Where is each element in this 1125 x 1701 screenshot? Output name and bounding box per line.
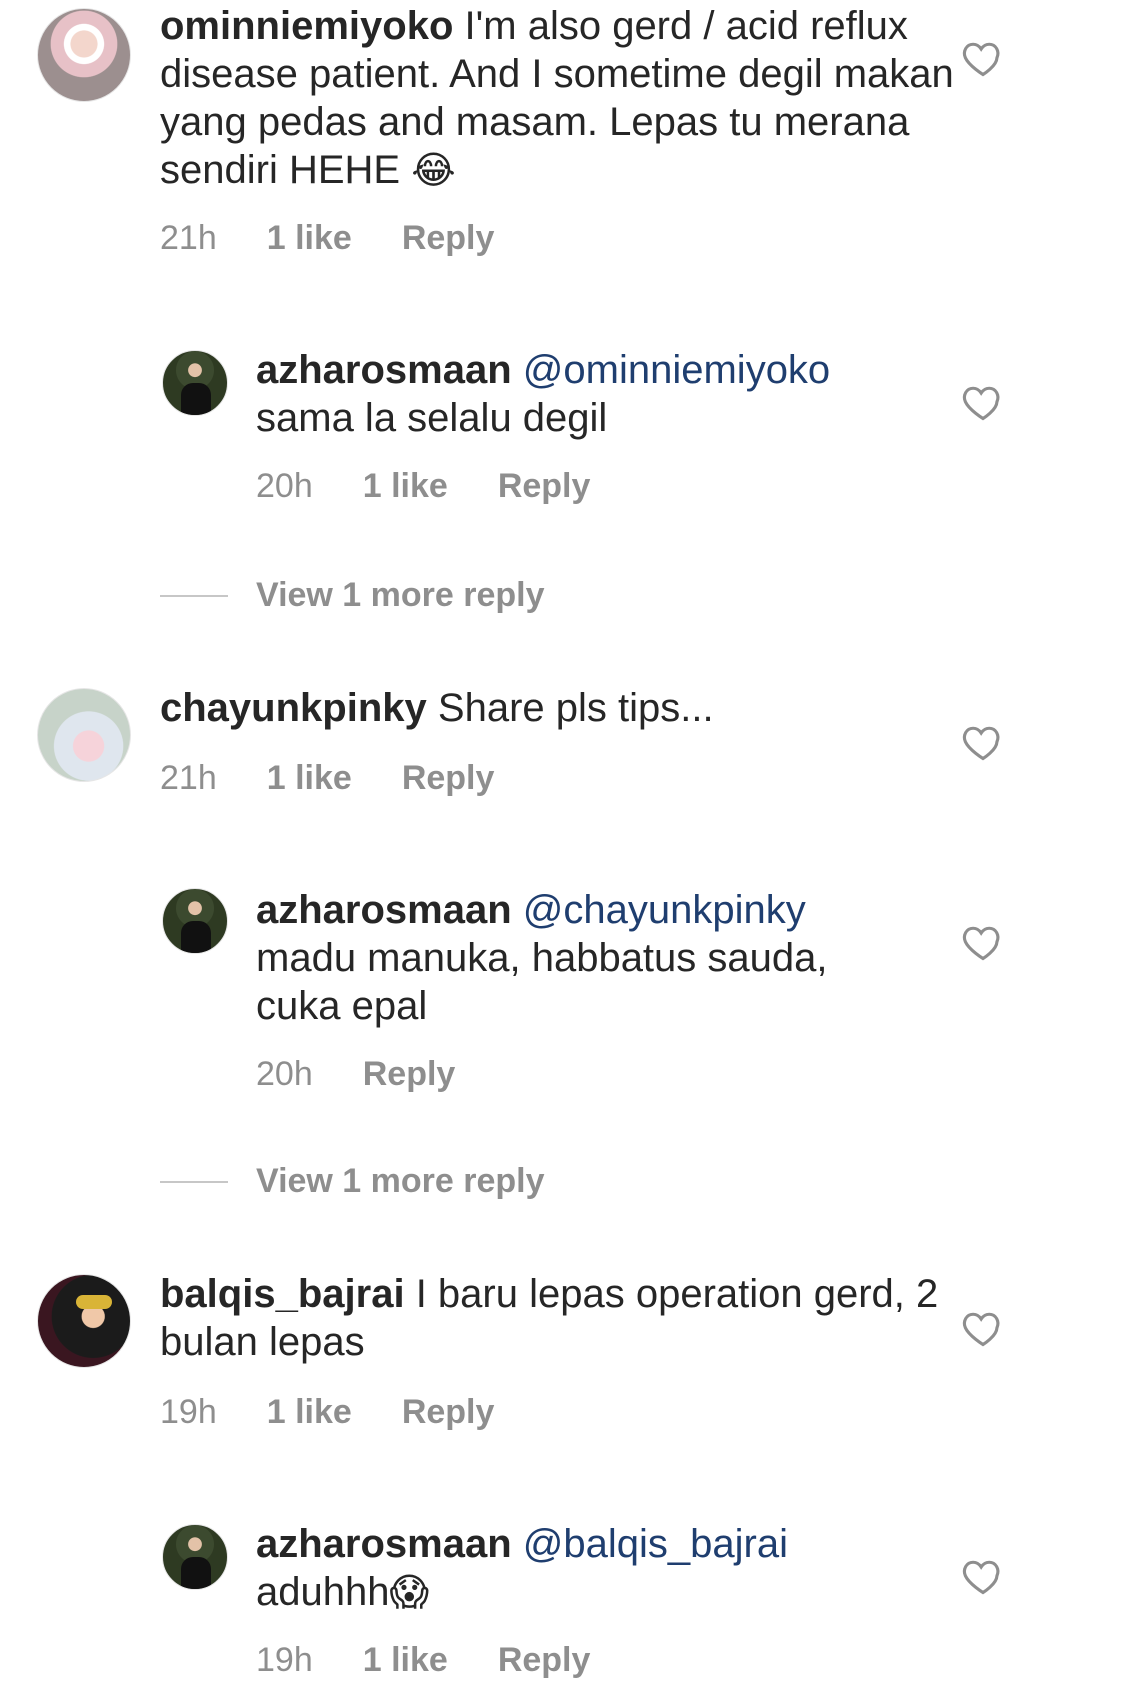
reply-mention[interactable]: @balqis_bajrai (523, 1522, 788, 1566)
reply-button[interactable]: Reply (498, 1640, 591, 1680)
reply-button[interactable]: Reply (402, 1392, 495, 1432)
view-more-replies[interactable]: View 1 more reply (160, 576, 545, 615)
comment-text: Share pls tips... (437, 686, 714, 730)
avatar[interactable] (162, 1524, 228, 1590)
reply-meta: 19h 1 like Reply (256, 1640, 590, 1680)
reply-meta: 20h Reply (256, 1054, 455, 1094)
view-more-label[interactable]: View 1 more reply (256, 576, 545, 615)
comment-body: chayunkpinky Share pls tips... (160, 684, 960, 732)
view-more-label[interactable]: View 1 more reply (256, 1162, 545, 1201)
comment-time: 19h (160, 1393, 217, 1431)
avatar[interactable] (37, 1274, 131, 1368)
reply-time: 19h (256, 1641, 313, 1679)
reply-time: 20h (256, 467, 313, 505)
reply-username[interactable]: azharosmaan (256, 348, 512, 392)
comment-username[interactable]: chayunkpinky (160, 686, 427, 730)
view-more-replies[interactable]: View 1 more reply (160, 1162, 545, 1201)
avatar[interactable] (37, 688, 131, 782)
reply-text: aduhhh (256, 1570, 390, 1614)
reply-username[interactable]: azharosmaan (256, 888, 512, 932)
view-more-divider (160, 1180, 228, 1183)
reply-mention[interactable]: @ominniemiyoko (523, 348, 830, 392)
reply-button[interactable]: Reply (402, 758, 495, 798)
comment-meta: 21h 1 like Reply (160, 218, 494, 258)
heart-icon[interactable] (961, 920, 1005, 964)
reply-text: sama la selalu degil (256, 396, 608, 440)
heart-icon[interactable] (961, 1306, 1005, 1350)
heart-icon[interactable] (961, 380, 1005, 424)
comment-likes[interactable]: 1 like (267, 758, 352, 798)
comment-username[interactable]: ominniemiyoko (160, 4, 453, 48)
screaming-face-emoji-icon: 😱 (389, 1570, 430, 1614)
comment-likes[interactable]: 1 like (267, 218, 352, 258)
comment-meta: 21h 1 like Reply (160, 758, 494, 798)
comment-time: 21h (160, 759, 217, 797)
comment-likes[interactable]: 1 like (267, 1392, 352, 1432)
reply-likes[interactable]: 1 like (363, 1640, 448, 1680)
heart-icon[interactable] (961, 36, 1005, 80)
reply-meta: 20h 1 like Reply (256, 466, 590, 506)
comment-meta: 19h 1 like Reply (160, 1392, 494, 1432)
tears-of-joy-emoji-icon: 😂 (411, 148, 456, 192)
avatar[interactable] (162, 888, 228, 954)
view-more-divider (160, 594, 228, 597)
heart-icon[interactable] (961, 1554, 1005, 1598)
reply-likes[interactable]: 1 like (363, 466, 448, 506)
avatar[interactable] (37, 8, 131, 102)
comment-username[interactable]: balqis_bajrai (160, 1272, 405, 1316)
reply-body: azharosmaan @balqis_bajrai aduhhh😱 (256, 1520, 976, 1616)
reply-button[interactable]: Reply (498, 466, 591, 506)
reply-body: azharosmaan @chayunkpinky madu manuka, h… (256, 886, 976, 1030)
reply-text: madu manuka, habbatus sauda, cuka epal (256, 936, 828, 1028)
reply-button[interactable]: Reply (363, 1054, 456, 1094)
reply-body: azharosmaan @ominniemiyoko sama la selal… (256, 346, 976, 442)
reply-mention[interactable]: @chayunkpinky (523, 888, 806, 932)
reply-username[interactable]: azharosmaan (256, 1522, 512, 1566)
comment-body: balqis_bajrai I baru lepas operation ger… (160, 1270, 960, 1366)
comment-body: ominniemiyoko I'm also gerd / acid reflu… (160, 2, 960, 194)
heart-icon[interactable] (961, 720, 1005, 764)
comment-time: 21h (160, 219, 217, 257)
reply-time: 20h (256, 1055, 313, 1093)
reply-button[interactable]: Reply (402, 218, 495, 258)
avatar[interactable] (162, 350, 228, 416)
